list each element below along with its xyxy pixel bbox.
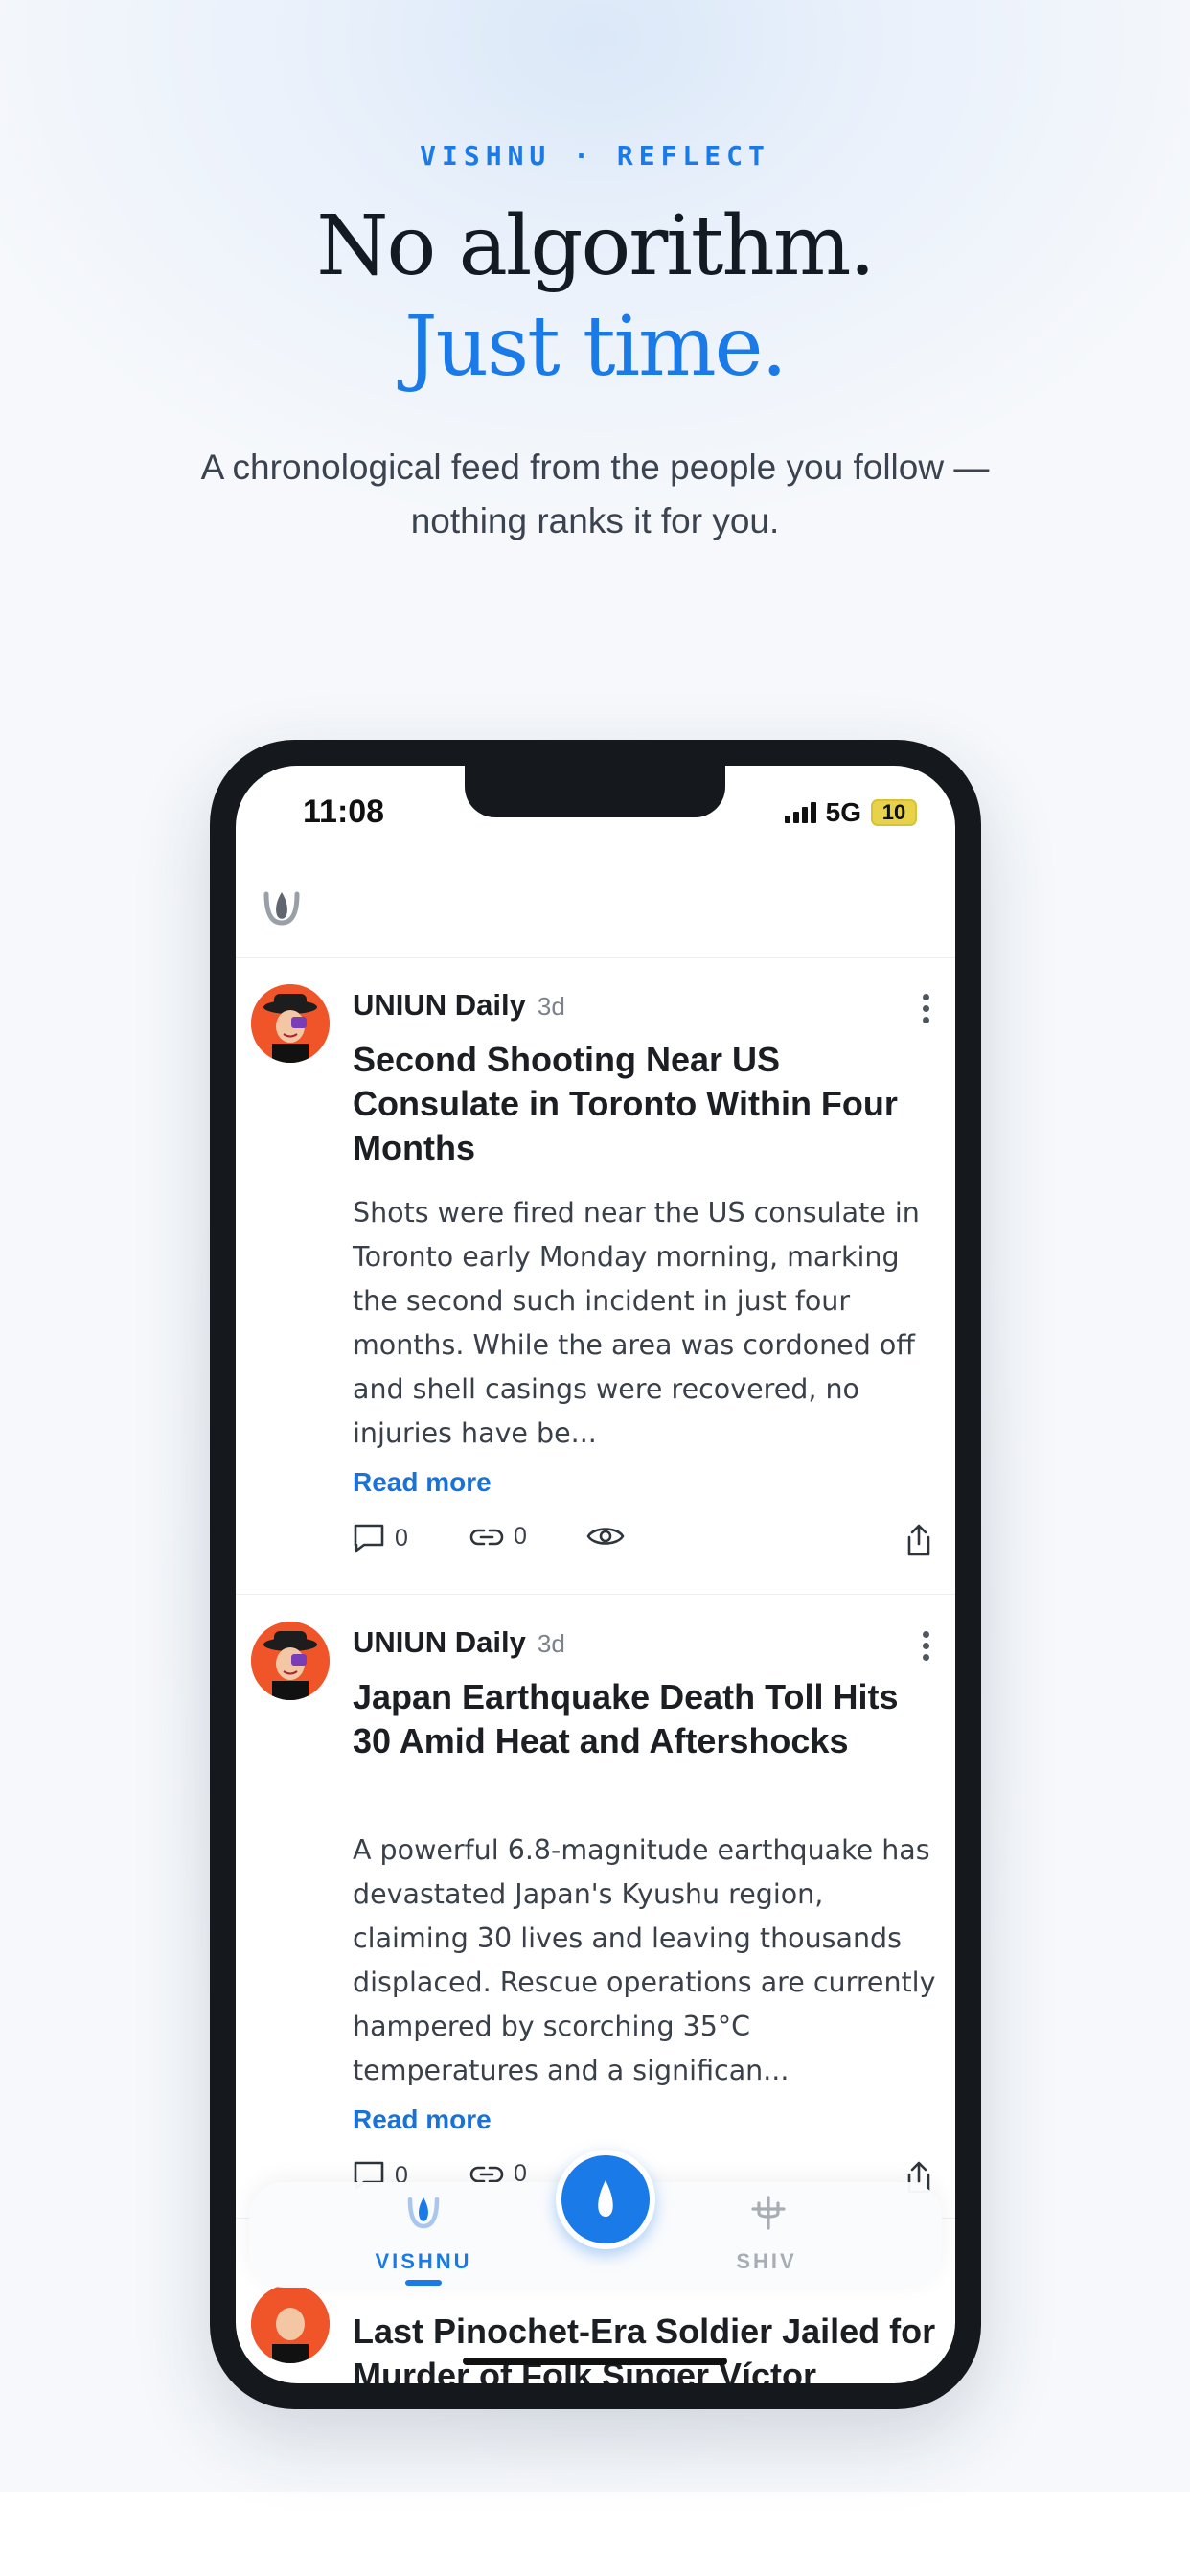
network-type: 5G xyxy=(825,797,861,827)
compose-button[interactable] xyxy=(556,2150,655,2249)
avatar[interactable] xyxy=(251,1622,330,1700)
phone-frame: 11:08 5G 10 UNIUN Daily 3d Second Shooti… xyxy=(210,740,981,2409)
home-indicator xyxy=(463,2358,727,2365)
more-options-icon[interactable] xyxy=(923,994,930,1024)
post-age: 3d xyxy=(537,992,565,1021)
avatar[interactable] xyxy=(251,984,330,1063)
app-bar xyxy=(236,862,955,958)
post-body: Shots were fired near the US consulate i… xyxy=(353,1197,920,1449)
post-age: 3d xyxy=(537,1629,565,1658)
eye-icon xyxy=(586,1528,625,1545)
drop-icon xyxy=(598,2180,613,2217)
signal-icon xyxy=(784,802,816,823)
read-more-link[interactable]: Read more xyxy=(353,2104,492,2135)
feed: UNIUN Daily 3d Second Shooting Near US Co… xyxy=(236,957,955,2219)
post-title[interactable]: Japan Earthquake Death Toll Hits 30 Amid… xyxy=(353,1675,937,1763)
post-body: A powerful 6.8-magnitude earthquake has … xyxy=(353,1834,936,2086)
headline-line-1: No algorithm. xyxy=(316,198,875,294)
post-author[interactable]: UNIUN Daily 3d xyxy=(353,1625,565,1660)
read-more-link[interactable]: Read more xyxy=(353,1467,492,1498)
post-card[interactable]: UNIUN Daily 3d Second Shooting Near US Co… xyxy=(236,957,955,1595)
vishnu-tab-icon xyxy=(407,2196,440,2229)
headline-line-2: Just time. xyxy=(404,299,788,395)
comment-button[interactable]: 0 xyxy=(353,1523,408,1553)
eyebrow: VISHNU · REFLECT xyxy=(420,140,770,172)
notch xyxy=(465,766,725,817)
tab-label: SHIV xyxy=(736,2249,797,2273)
status-time: 11:08 xyxy=(303,794,385,830)
link-button[interactable]: 0 xyxy=(469,1523,527,1551)
trident-icon xyxy=(751,2196,786,2230)
tab-bar: VISHNU SHIV xyxy=(249,2150,942,2288)
vishnu-logo-icon[interactable] xyxy=(261,886,303,929)
tab-vishnu[interactable]: VISHNU xyxy=(328,2182,519,2288)
post-card[interactable]: UNIUN Daily 3d Japan Earthquake Death Tol… xyxy=(236,1595,955,2219)
comment-count: 0 xyxy=(395,1524,408,1552)
active-tab-indicator xyxy=(405,2280,442,2286)
post-title[interactable]: Last Pinochet-Era Soldier Jailed for Mur… xyxy=(353,2310,947,2383)
link-count: 0 xyxy=(514,1523,527,1550)
phone-screen: 11:08 5G 10 UNIUN Daily 3d Second Shooti… xyxy=(236,766,955,2383)
post-author[interactable]: UNIUN Daily 3d xyxy=(353,988,565,1023)
more-options-icon[interactable] xyxy=(923,1631,930,1661)
tab-shiv[interactable]: SHIV xyxy=(671,2182,862,2288)
post-actions: 0 0 xyxy=(353,1523,937,1561)
share-icon xyxy=(907,1524,930,1556)
post-title[interactable]: Second Shooting Near US Consulate in Tor… xyxy=(353,1038,937,1170)
share-button[interactable] xyxy=(904,1523,933,1557)
tab-label: VISHNU xyxy=(375,2249,472,2273)
comment-icon xyxy=(354,1524,384,1552)
battery-icon: 10 xyxy=(871,799,917,826)
link-icon xyxy=(469,1529,504,1545)
author-name[interactable]: UNIUN Daily xyxy=(353,1625,526,1659)
views-button[interactable] xyxy=(586,1523,625,1550)
post-card-peek[interactable]: Last Pinochet-Era Soldier Jailed for Mur… xyxy=(236,2275,955,2383)
subtitle: A chronological feed from the people you… xyxy=(200,448,990,540)
avatar[interactable] xyxy=(251,2285,330,2363)
status-indicators: 5G 10 xyxy=(784,797,917,827)
author-name[interactable]: UNIUN Daily xyxy=(353,988,526,1022)
